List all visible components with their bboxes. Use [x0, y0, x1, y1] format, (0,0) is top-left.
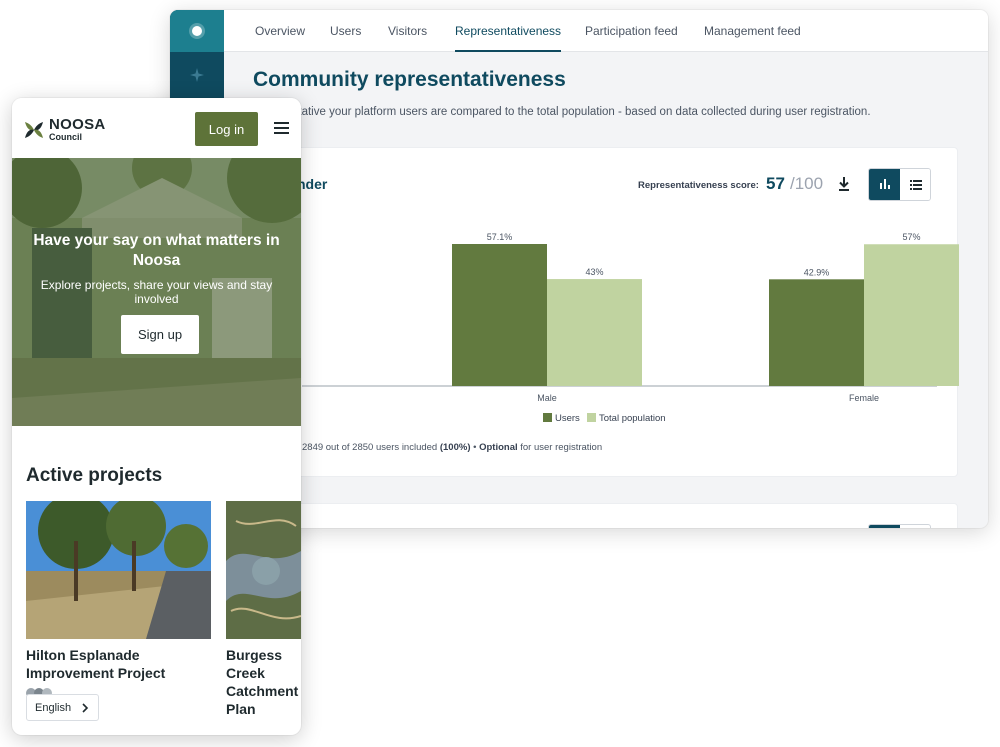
logo-sub: Council — [49, 132, 82, 142]
chart-footer: 2849 out of 2850 users included (100%) •… — [302, 442, 602, 453]
gender-bar-chart: 57.1% 43% Male 42.9% 57% Female Users Total pop… — [302, 232, 959, 423]
logo-name: NOOSA — [49, 116, 106, 133]
login-button[interactable]: Log in — [195, 112, 258, 146]
hero-subtitle: Explore projects, share your views and s… — [40, 278, 273, 306]
next-card-toggle[interactable] — [868, 524, 931, 528]
language-selector[interactable]: English — [26, 694, 99, 721]
footer-count: 2849 out of 2850 users included — [302, 442, 438, 453]
bar-total-population-male — [547, 279, 642, 386]
footer-percent: (100%) — [439, 442, 471, 453]
card-title: nder — [297, 176, 328, 192]
rail-home-item[interactable] — [170, 10, 224, 52]
hero-title: Have your say on what matters in Noosa — [33, 232, 280, 269]
project-card-image[interactable] — [26, 501, 211, 639]
score-label: Representativeness score: — [638, 180, 759, 191]
score-max: /100 — [790, 174, 824, 193]
bar-data-label: 57.1% — [487, 232, 513, 242]
bar-data-label: 42.9% — [804, 267, 830, 277]
bar-users-female — [769, 279, 864, 386]
list-icon — [909, 179, 922, 190]
gender-card: nder Representativeness score: 57 /100 5… — [256, 147, 959, 477]
legend-label: Users — [555, 413, 580, 423]
footer-separator: • — [470, 442, 480, 453]
legend-swatch — [543, 413, 552, 422]
bar-data-label: 43% — [585, 267, 603, 277]
project-title[interactable]: Hilton Esplanade Improvement Project — [26, 646, 206, 682]
score-value: 57 — [766, 174, 785, 193]
noosa-logo[interactable]: NOOSA Council — [23, 117, 106, 142]
x-tick-label-male: Male — [537, 393, 557, 403]
project-title[interactable]: Burgess Creek Catchment Plan — [226, 646, 301, 718]
bar-data-label: 57% — [902, 232, 920, 242]
view-toggle — [868, 168, 931, 201]
page-description: representative your platform users are c… — [253, 106, 871, 118]
plus-circle-icon — [192, 26, 202, 36]
hero-banner: Have your say on what matters in Noosa E… — [12, 158, 301, 426]
next-card — [256, 503, 958, 528]
page-title: Community representativeness — [253, 68, 566, 91]
legend-label: Total population — [599, 413, 666, 423]
tab-overview[interactable]: Overview — [255, 10, 305, 52]
project-photo-esplanade — [26, 501, 211, 639]
noosa-leaf-icon — [25, 121, 43, 138]
signup-button[interactable]: Sign up — [121, 315, 199, 354]
top-navigation: Overview Users Visitors Representativene… — [224, 10, 988, 52]
mobile-site-window: NOOSA Council Log in Have your say on wh… — [12, 98, 301, 735]
tab-visitors[interactable]: Visitors — [388, 10, 427, 52]
download-icon[interactable] — [837, 176, 851, 192]
footer-rest: for user registration — [517, 442, 603, 453]
table-view-button[interactable] — [900, 169, 930, 200]
sparkle-icon — [190, 68, 204, 82]
x-tick-label-female: Female — [849, 393, 879, 403]
project-card-image[interactable] — [226, 501, 301, 639]
rail-sparkle-item[interactable] — [170, 54, 224, 96]
tab-management-feed[interactable]: Management feed — [704, 10, 801, 52]
bar-chart-icon — [879, 179, 890, 189]
mobile-header: NOOSA Council Log in — [12, 98, 301, 158]
tab-representativeness[interactable]: Representativeness — [455, 10, 562, 52]
project-photo-burgess — [226, 501, 301, 639]
language-label: English — [35, 701, 72, 714]
chevron-right-icon — [82, 703, 89, 713]
tab-users[interactable]: Users — [330, 10, 361, 52]
bar-total-population-female — [864, 244, 959, 386]
tab-participation-feed[interactable]: Participation feed — [585, 10, 678, 52]
menu-icon[interactable] — [274, 122, 289, 134]
bar-users-male — [452, 244, 547, 386]
legend-swatch — [587, 413, 596, 422]
active-projects-title: Active projects — [26, 465, 163, 486]
footer-optional: Optional — [479, 442, 518, 453]
chart-view-button[interactable] — [869, 169, 900, 200]
